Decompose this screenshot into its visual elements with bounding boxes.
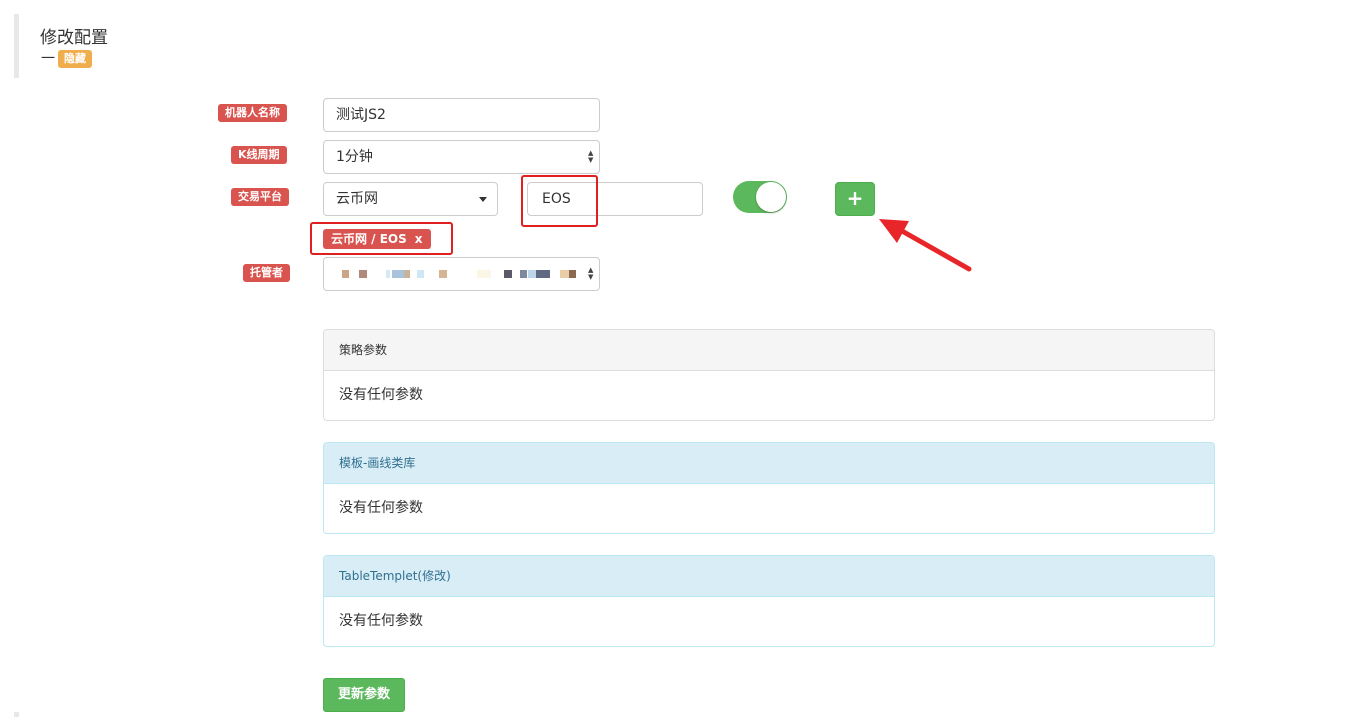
chevron-down-icon <box>479 197 487 202</box>
panel-heading: 策略参数 <box>324 330 1214 371</box>
select-arrows-icon: ▲ ▼ <box>588 149 594 164</box>
exchange-label: 交易平台 <box>231 188 289 206</box>
host-select[interactable]: ▲ ▼ <box>323 257 600 291</box>
hide-badge[interactable]: 隐藏 <box>58 50 92 68</box>
page-accent-dot <box>14 712 19 717</box>
panel-strategy-params: 策略参数 没有任何参数 <box>323 329 1215 421</box>
robot-name-input[interactable]: 测试JS2 <box>323 98 600 132</box>
panel-template-drawing-lib: 模板-画线类库 没有任何参数 <box>323 442 1215 534</box>
panel-body: 没有任何参数 <box>339 613 423 629</box>
panel-heading: TableTemplet(修改) <box>324 556 1214 597</box>
robot-name-label: 机器人名称 <box>218 104 287 122</box>
kline-period-select[interactable]: 1分钟 ▲ ▼ <box>323 140 600 174</box>
exchange-platform-value: 云币网 <box>336 191 378 207</box>
host-label: 托管者 <box>243 264 290 282</box>
kline-period-value: 1分钟 <box>336 149 373 165</box>
annotation-box-symbol <box>521 175 598 227</box>
host-value-redacted <box>342 270 587 278</box>
select-arrows-icon: ▲ ▼ <box>588 266 594 281</box>
panel-body: 没有任何参数 <box>339 387 423 403</box>
robot-name-value: 测试JS2 <box>336 107 386 123</box>
toggle-knob <box>756 182 786 212</box>
kline-period-label: K线周期 <box>231 146 287 164</box>
page-title: 修改配置 <box>40 28 108 48</box>
add-exchange-button[interactable]: + <box>835 182 875 216</box>
update-params-button[interactable]: 更新参数 <box>323 678 405 712</box>
plus-icon: + <box>846 186 864 210</box>
panel-body: 没有任何参数 <box>339 500 423 516</box>
panel-table-templet: TableTemplet(修改) 没有任何参数 <box>323 555 1215 647</box>
annotation-box-pair <box>310 222 453 255</box>
exchange-platform-select[interactable]: 云币网 <box>323 182 498 216</box>
page-dash: 一 <box>41 51 55 67</box>
annotation-arrow-icon <box>879 219 972 272</box>
page-header-accent-bar <box>14 14 19 78</box>
exchange-toggle[interactable] <box>733 181 787 213</box>
panel-heading: 模板-画线类库 <box>324 443 1214 484</box>
